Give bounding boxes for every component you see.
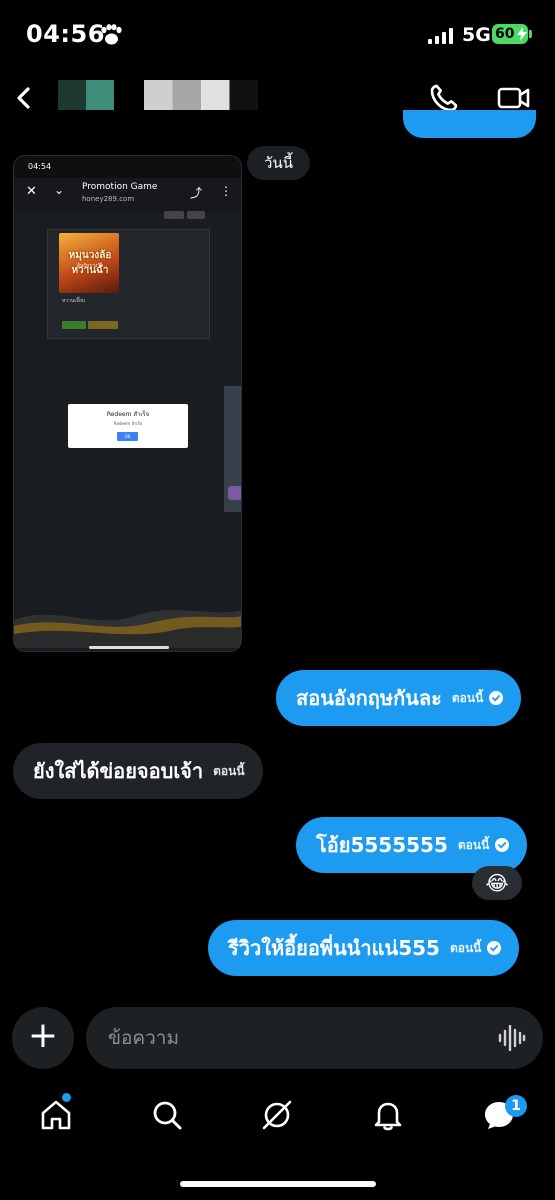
back-icon[interactable] — [14, 86, 34, 110]
image-side-icon — [228, 486, 241, 500]
previous-message-bubble — [403, 110, 536, 138]
home-icon[interactable] — [39, 1098, 73, 1132]
message-bubble-outgoing[interactable]: รีวิวให้อี้ยอพี่นนำแน่555 ตอนนี้ — [208, 920, 520, 976]
image-status-bar: 04:54 — [14, 156, 241, 178]
messages-badge: 1 — [505, 1095, 527, 1117]
image-chip — [187, 211, 205, 219]
share-icon: ⤴ — [190, 186, 203, 200]
image-chip — [164, 211, 184, 219]
battery-level: 60 — [495, 26, 515, 42]
image-promo-subtitle: ลุ้นรับรางวัล — [76, 263, 104, 269]
home-notification-dot — [62, 1093, 71, 1102]
image-home-indicator — [89, 646, 169, 649]
status-time: 04:56 — [26, 20, 105, 48]
message-time: ตอนนี้ — [449, 940, 482, 955]
add-attachment-button[interactable]: + — [12, 1007, 74, 1069]
message-input[interactable] — [108, 1007, 488, 1069]
date-chip: วันนี้ — [247, 146, 310, 180]
image-promo-button — [88, 321, 118, 329]
search-icon[interactable] — [150, 1098, 184, 1132]
avatar[interactable] — [58, 80, 114, 110]
message-composer — [86, 1007, 543, 1069]
message-time: ตอนนี้ — [213, 763, 245, 778]
image-page-url: honey289.com — [82, 195, 135, 203]
message-text: สอนอังกฤษกันละ — [296, 686, 442, 710]
image-dialog-ok: OK — [117, 432, 138, 441]
image-wave-decoration — [14, 610, 241, 648]
video-icon[interactable] — [497, 84, 531, 112]
signal-icon — [428, 28, 453, 44]
image-promo-button — [62, 321, 86, 329]
chevron-down-icon: ⌄ — [54, 183, 65, 197]
paw-icon — [101, 24, 122, 45]
more-icon: ⋮ — [220, 184, 232, 198]
message-text: ยังใส่ได้ข่อยจอบเจ้า — [33, 759, 204, 783]
plus-icon: + — [27, 1015, 59, 1056]
contact-name[interactable] — [144, 80, 258, 110]
message-text: โอ้ย5555555 — [316, 833, 448, 857]
image-dialog-title: Redeem สำเร็จ — [106, 411, 150, 418]
message-bubble-outgoing[interactable]: โอ้ย5555555 ตอนนี้ — [296, 817, 528, 873]
bell-icon[interactable] — [371, 1098, 405, 1132]
message-time: ตอนนี้ — [451, 690, 484, 705]
image-dialog-subtitle: Redeem สำเร็จ — [113, 421, 143, 426]
attached-image[interactable]: 04:54 ✕ ⌄ Promotion Game honey289.com ⤴ … — [13, 155, 242, 652]
image-browser-bar: ✕ ⌄ Promotion Game honey289.com ⤴ ⋮ — [14, 178, 241, 214]
close-icon: ✕ — [26, 184, 37, 199]
message-text: รีวิวให้อี้ยอพี่นนำแน่555 — [228, 936, 440, 960]
status-bar: 04:56 5G 60 — [0, 0, 555, 72]
network-type: 5G — [462, 24, 491, 46]
read-check-icon — [495, 838, 510, 852]
image-page-title: Promotion Game — [82, 182, 158, 192]
read-check-icon — [489, 691, 504, 705]
reaction-emoji[interactable]: 😂 — [472, 866, 522, 900]
message-bubble-outgoing[interactable]: สอนอังกฤษกันละ ตอนนี้ — [276, 670, 522, 726]
charging-icon — [517, 27, 527, 41]
read-check-icon — [487, 941, 502, 955]
image-dialog: Redeem สำเร็จ Redeem สำเร็จ OK — [68, 404, 188, 448]
voice-icon[interactable] — [498, 1025, 526, 1051]
battery-cap — [529, 30, 532, 38]
image-status-time: 04:54 — [28, 162, 52, 171]
message-bubble-incoming[interactable]: ยังใส่ได้ข่อยจอบเจ้า ตอนนี้ — [13, 743, 263, 799]
home-indicator — [180, 1181, 376, 1187]
image-promo-label: หวานเจี๊ยบ — [62, 298, 86, 304]
grok-icon[interactable] — [260, 1098, 294, 1132]
message-time: ตอนนี้ — [457, 837, 490, 852]
